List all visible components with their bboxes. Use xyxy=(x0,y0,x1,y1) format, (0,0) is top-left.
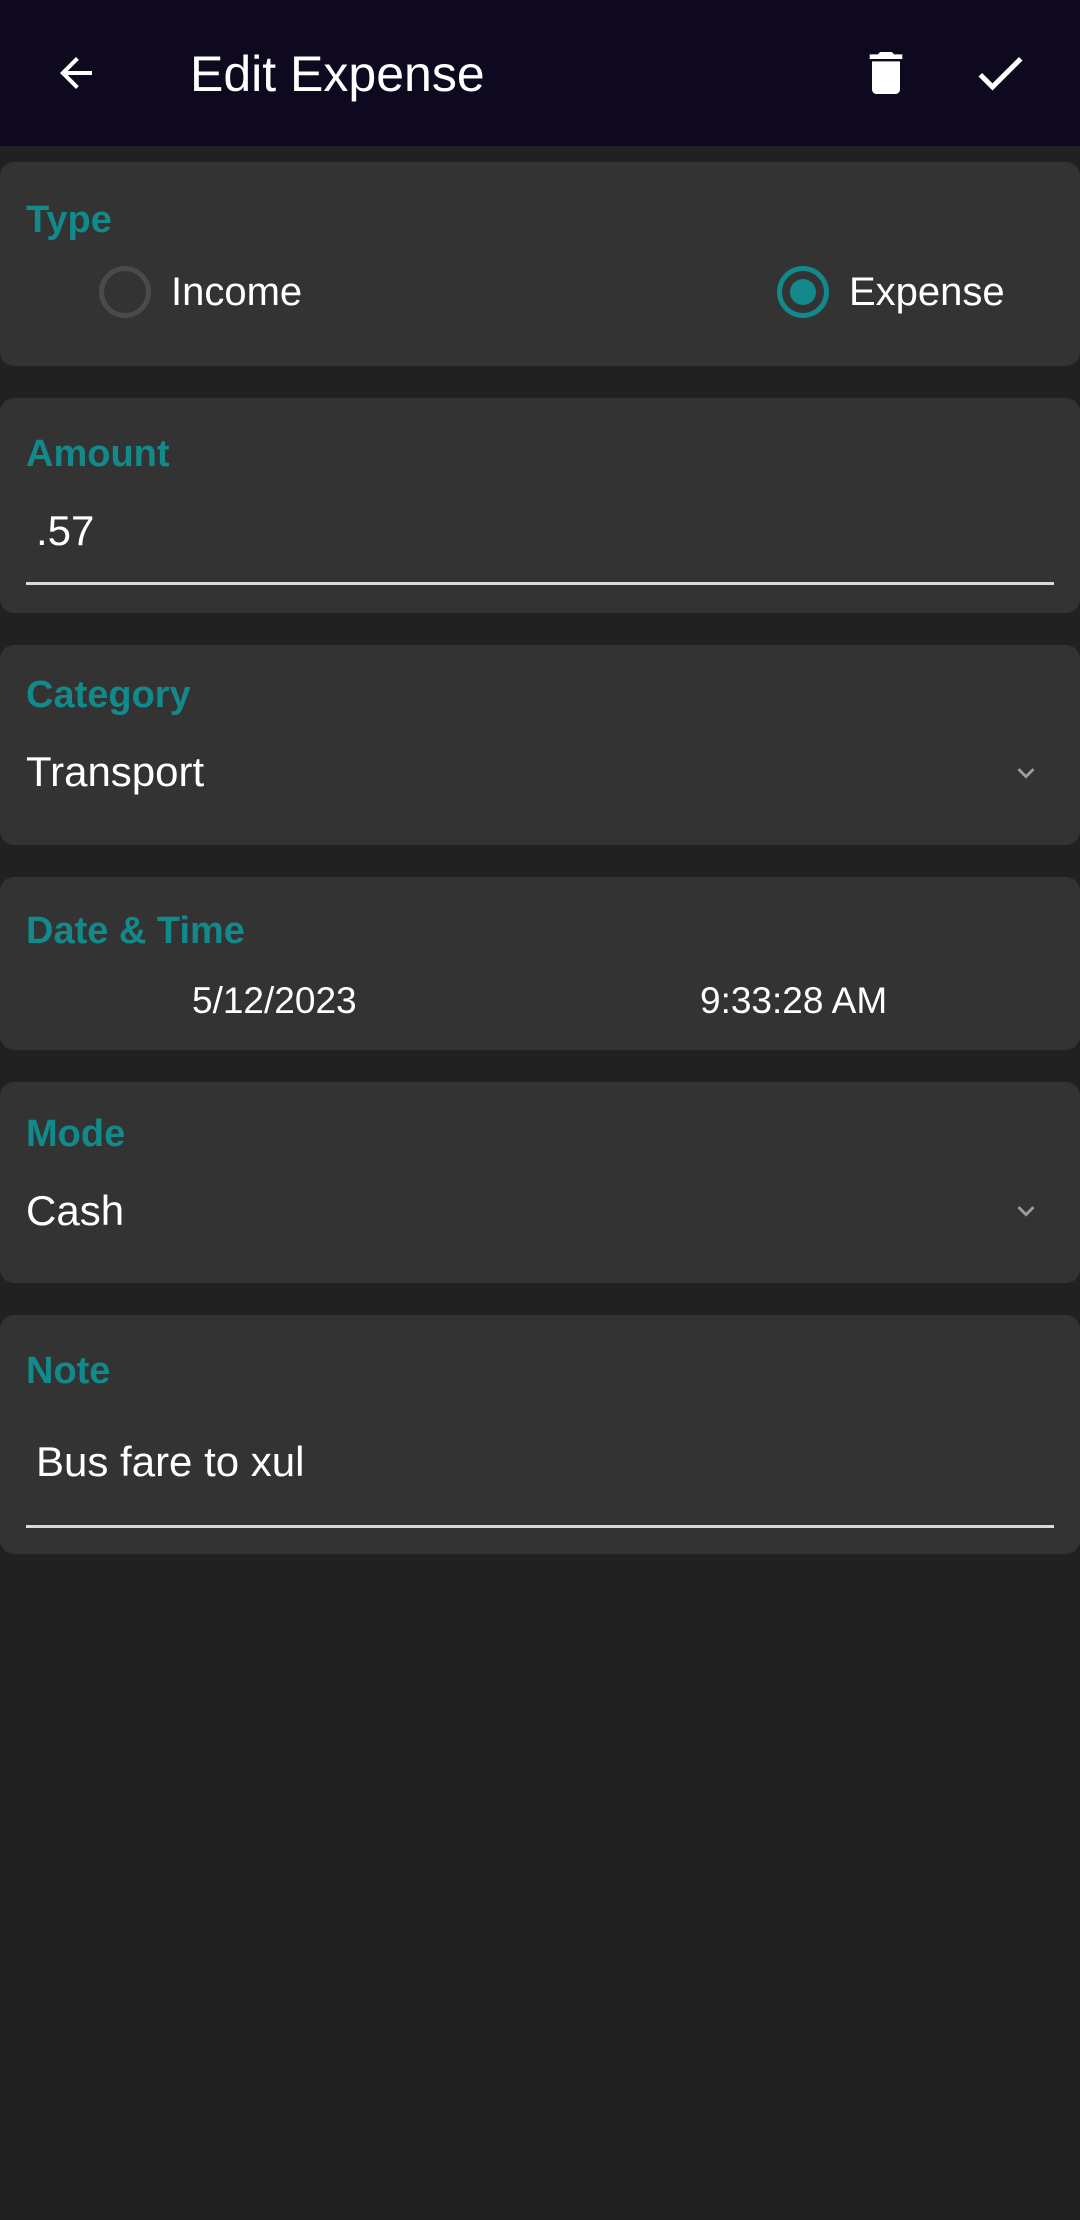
amount-card: Amount .57 xyxy=(0,398,1080,613)
datetime-card: Date & Time 5/12/2023 9:33:28 AM xyxy=(0,877,1080,1050)
expense-radio-circle[interactable] xyxy=(777,266,829,318)
chevron-down-icon xyxy=(1017,768,1035,779)
page-title: Edit Expense xyxy=(190,46,485,102)
type-card: Type Income Expense xyxy=(0,162,1080,366)
mode-dropdown[interactable] xyxy=(1006,1191,1046,1231)
time-picker[interactable]: 9:33:28 AM xyxy=(700,979,887,1023)
mode-select[interactable]: Cash xyxy=(26,1186,124,1236)
date-picker[interactable]: 5/12/2023 xyxy=(192,979,357,1023)
note-underline xyxy=(26,1525,1054,1528)
back-button[interactable] xyxy=(40,37,112,109)
category-label: Category xyxy=(26,674,191,716)
note-input[interactable]: Bus fare to xul xyxy=(36,1437,304,1487)
income-radio-label: Income xyxy=(171,269,303,314)
amount-label: Amount xyxy=(26,433,170,475)
amount-input[interactable]: .57 xyxy=(36,506,94,556)
category-card[interactable]: Category Transport xyxy=(0,645,1080,845)
category-select[interactable]: Transport xyxy=(26,747,204,797)
income-radio[interactable]: Income xyxy=(99,266,302,318)
expense-radio-label: Expense xyxy=(849,269,1005,314)
check-icon xyxy=(978,56,1023,91)
delete-button[interactable] xyxy=(850,37,922,109)
note-label: Note xyxy=(26,1350,111,1392)
datetime-label: Date & Time xyxy=(26,910,245,952)
chevron-down-icon xyxy=(1017,1206,1035,1217)
income-radio-circle[interactable] xyxy=(99,266,151,318)
expense-radio[interactable]: Expense xyxy=(777,266,1005,318)
note-card: Note Bus fare to xul xyxy=(0,1315,1080,1554)
amount-underline xyxy=(26,582,1054,585)
save-button[interactable] xyxy=(964,37,1036,109)
type-label: Type xyxy=(26,199,112,241)
trash-icon xyxy=(869,52,903,94)
mode-card[interactable]: Mode Cash xyxy=(0,1082,1080,1283)
category-dropdown[interactable] xyxy=(1006,753,1046,793)
app-bar: Edit Expense xyxy=(0,0,1080,146)
arrow-left-icon xyxy=(60,57,92,89)
mode-label: Mode xyxy=(26,1113,126,1155)
